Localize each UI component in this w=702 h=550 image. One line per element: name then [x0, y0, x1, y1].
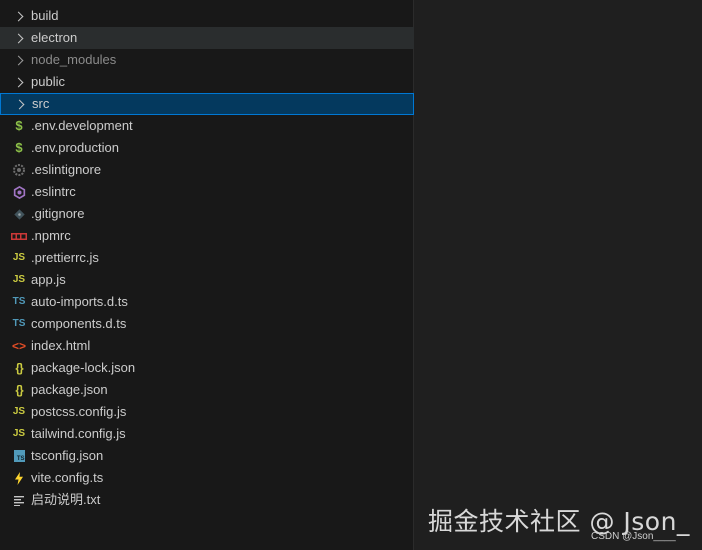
tree-item-package-lock[interactable]: {} package-lock.json: [0, 357, 414, 379]
tree-item-env-development[interactable]: $ .env.development: [0, 115, 414, 137]
tree-item-label: src: [32, 96, 50, 111]
file-tree: build electron node_modules public src $: [0, 5, 414, 511]
tree-item-eslintrc[interactable]: .eslintrc: [0, 181, 414, 203]
tree-item-label: components.d.ts: [31, 316, 127, 331]
ts-icon: TS: [12, 318, 26, 329]
tree-item-vite-config[interactable]: vite.config.ts: [0, 467, 414, 489]
tree-item-label: vite.config.ts: [31, 470, 104, 485]
chevron-right-icon: [11, 71, 27, 93]
eslint-icon: [11, 181, 27, 203]
tree-item-eslintignore[interactable]: .eslintignore: [0, 159, 414, 181]
tree-item-label: app.js: [31, 272, 66, 287]
tree-item-node-modules[interactable]: node_modules: [0, 49, 414, 71]
chevron-right-icon: [11, 27, 27, 49]
chevron-right-icon: [12, 93, 28, 115]
tree-item-src[interactable]: src: [0, 93, 414, 115]
tree-item-label: .eslintignore: [31, 162, 102, 177]
tree-item-label: public: [31, 74, 65, 89]
chevron-right-icon: [11, 5, 27, 27]
tree-item-tailwind-config[interactable]: JS tailwind.config.js: [0, 423, 414, 445]
vite-bolt-icon: [11, 467, 27, 489]
watermark-credit: CSDN @Json____: [591, 531, 676, 542]
dollar-env-icon: $: [15, 118, 23, 133]
tree-item-gitignore[interactable]: .gitignore: [0, 203, 414, 225]
html-icon: <>: [11, 339, 26, 353]
tree-item-label: .npmrc: [31, 228, 71, 243]
tree-item-label: 启动说明.txt: [31, 492, 101, 507]
tree-item-label: auto-imports.d.ts: [31, 294, 128, 309]
tree-item-label: tailwind.config.js: [31, 426, 126, 441]
tree-item-label: postcss.config.js: [31, 404, 127, 419]
npm-icon: [11, 225, 27, 247]
tree-item-auto-imports[interactable]: TS auto-imports.d.ts: [0, 291, 414, 313]
tree-item-label: .env.development: [31, 118, 133, 133]
tree-item-env-production[interactable]: $ .env.production: [0, 137, 414, 159]
tree-item-label: electron: [31, 30, 78, 45]
js-icon: JS: [12, 274, 26, 285]
json-braces-icon: {}: [15, 383, 23, 397]
tree-item-build[interactable]: build: [0, 5, 414, 27]
chevron-right-icon: [11, 49, 27, 71]
tree-item-label: .eslintrc: [31, 184, 76, 199]
tree-item-label: tsconfig.json: [31, 448, 104, 463]
tree-item-label: .prettierrc.js: [31, 250, 99, 265]
tsconfig-icon: TS: [11, 445, 27, 467]
gear-eslintignore-icon: [11, 159, 27, 181]
tree-item-label: build: [31, 8, 59, 23]
js-icon: JS: [12, 406, 26, 417]
vscode-window: ·· build electron node_modules public sr…: [0, 0, 702, 550]
git-diamond-icon: [11, 203, 27, 225]
js-icon: JS: [12, 428, 26, 439]
json-braces-icon: {}: [15, 361, 23, 375]
dollar-env-icon: $: [15, 140, 23, 155]
tree-item-label: package.json: [31, 382, 108, 397]
tree-item-index-html[interactable]: <> index.html: [0, 335, 414, 357]
tree-item-public[interactable]: public: [0, 71, 414, 93]
js-icon: JS: [12, 252, 26, 263]
editor-area: [414, 0, 702, 550]
tree-item-label: .gitignore: [31, 206, 85, 221]
tree-item-label: node_modules: [31, 52, 117, 67]
tree-item-label: index.html: [31, 338, 91, 353]
text-lines-icon: [11, 489, 27, 511]
tree-item-label: .env.production: [31, 140, 119, 155]
tree-item-postcss-config[interactable]: JS postcss.config.js: [0, 401, 414, 423]
ts-icon: TS: [12, 296, 26, 307]
tree-item-package-json[interactable]: {} package.json: [0, 379, 414, 401]
explorer-sidebar: ·· build electron node_modules public sr…: [0, 0, 414, 550]
tree-item-npmrc[interactable]: .npmrc: [0, 225, 414, 247]
tree-item-label: package-lock.json: [31, 360, 136, 375]
tree-item-prettierrc[interactable]: JS .prettierrc.js: [0, 247, 414, 269]
tree-item-app-js[interactable]: JS app.js: [0, 269, 414, 291]
tree-item-components-dts[interactable]: TS components.d.ts: [0, 313, 414, 335]
tree-item-tsconfig[interactable]: TS tsconfig.json: [0, 445, 414, 467]
tree-item-electron[interactable]: electron: [0, 27, 414, 49]
tree-item-readme-txt[interactable]: 启动说明.txt: [0, 489, 414, 511]
